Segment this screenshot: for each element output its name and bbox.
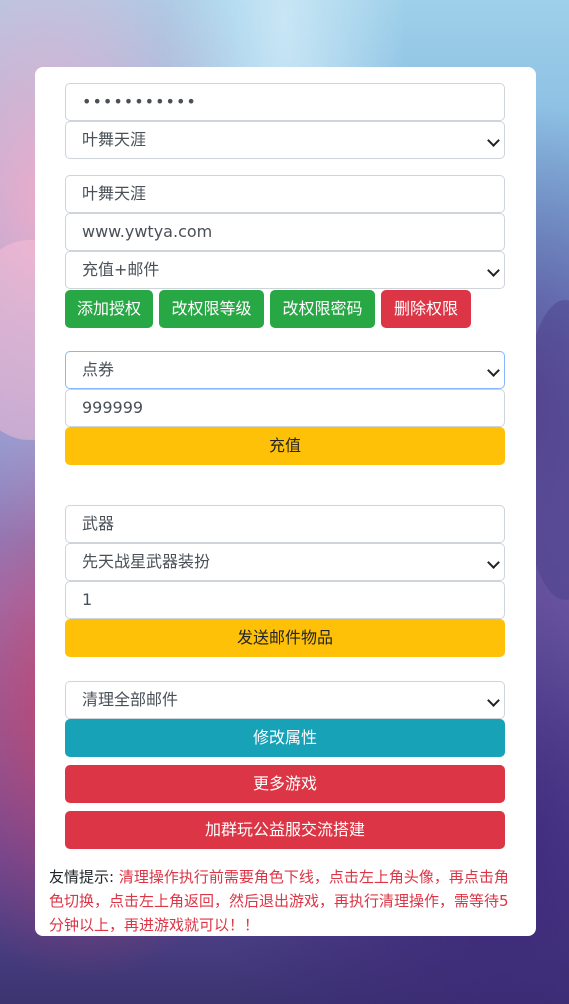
delete-auth-button[interactable]: 删除权限 [381,290,471,328]
role-name-value: 叶舞天涯 [82,184,147,203]
mail-quantity-input[interactable]: 1 [65,581,505,619]
permission-select-value: 充值+邮件 [82,260,160,279]
clear-mail-select-value: 清理全部邮件 [82,690,179,709]
password-input[interactable]: ••••••••••• [65,83,505,121]
mail-category-input[interactable]: 武器 [65,505,505,543]
website-value: www.ywtya.com [82,222,213,241]
clear-mail-select[interactable]: 清理全部邮件 [65,681,505,719]
friendly-tip: 友情提示: 清理操作执行前需要角色下线，点击左上角头像，再点击角色切换，点击左上… [49,865,509,937]
server-select[interactable]: 叶舞天涯 [65,121,505,159]
mail-item-select-value: 先天战星武器装扮 [82,552,211,571]
admin-panel-card: ••••••••••• 叶舞天涯 叶舞天涯 www.ywtya.com 充值+邮… [35,67,536,936]
currency-select-value: 点券 [82,360,115,379]
role-name-input[interactable]: 叶舞天涯 [65,175,505,213]
tip-text: 清理操作执行前需要角色下线，点击左上角头像，再点击角色切换，点击左上角返回，然后… [49,868,509,934]
website-input[interactable]: www.ywtya.com [65,213,505,251]
add-auth-button[interactable]: 添加授权 [65,290,153,328]
more-games-button[interactable]: 更多游戏 [65,765,505,803]
change-password-button[interactable]: 改权限密码 [270,290,375,328]
mail-item-select[interactable]: 先天战星武器装扮 [65,543,505,581]
mail-category-value: 武器 [82,514,115,533]
change-level-button[interactable]: 改权限等级 [159,290,264,328]
currency-select[interactable]: 点券 [65,351,505,389]
permission-select[interactable]: 充值+邮件 [65,251,505,289]
send-mail-button[interactable]: 发送邮件物品 [65,619,505,657]
password-value: ••••••••••• [82,92,197,111]
join-group-button[interactable]: 加群玩公益服交流搭建 [65,811,505,849]
amount-value: 999999 [82,398,144,417]
tip-label: 友情提示: [49,868,115,886]
server-select-value: 叶舞天涯 [82,130,147,149]
modify-attr-button[interactable]: 修改属性 [65,719,505,757]
amount-input[interactable]: 999999 [65,389,505,427]
recharge-button[interactable]: 充值 [65,427,505,465]
mail-quantity-value: 1 [82,590,93,609]
